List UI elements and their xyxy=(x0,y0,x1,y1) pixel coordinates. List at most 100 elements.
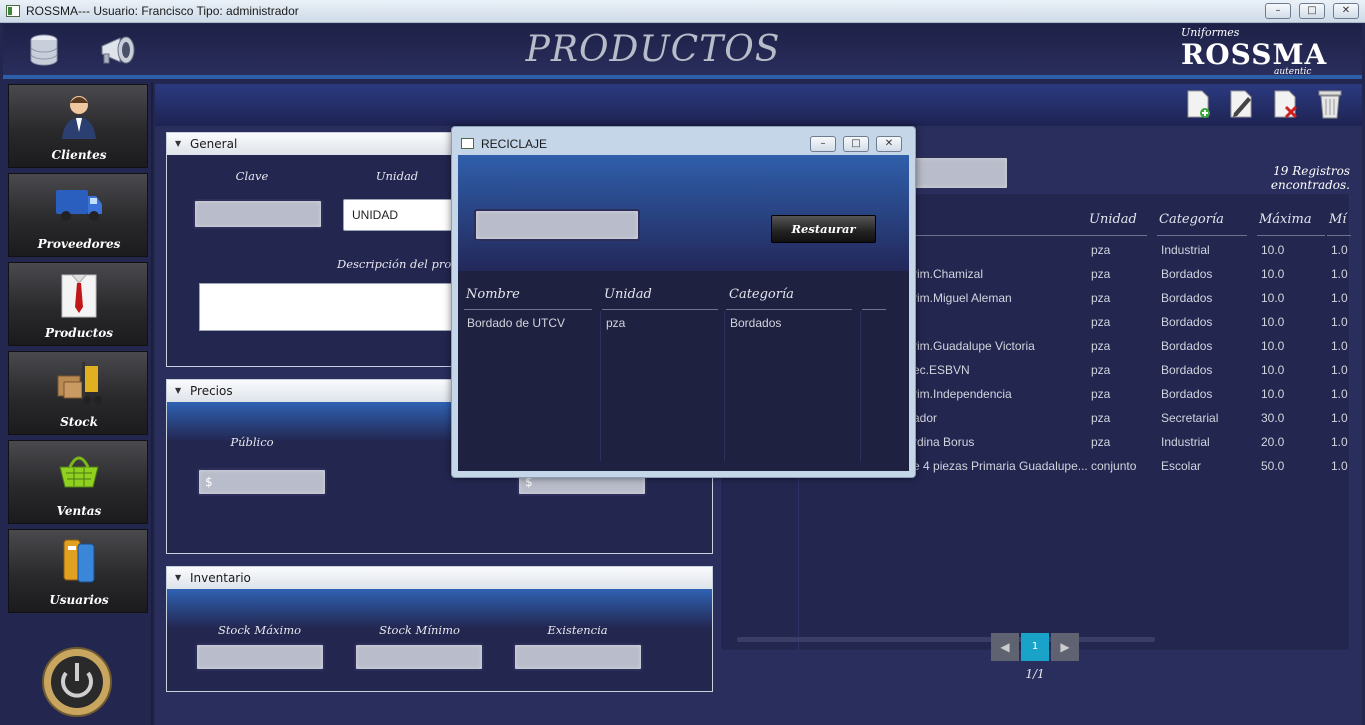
column-header-categoria[interactable]: Categoría xyxy=(1159,212,1224,227)
table-cell: pza xyxy=(1091,267,1111,281)
stock-max-input[interactable] xyxy=(195,643,325,671)
sidebar-item-ventas[interactable]: Ventas xyxy=(8,440,148,524)
window-title: ROSSMA--- Usuario: Francisco Tipo: admin… xyxy=(26,4,299,18)
table-cell: rim.Guadalupe Victoria xyxy=(913,339,1035,353)
dialog-body: Restaurar Nombre Unidad Categoría Bordad… xyxy=(458,155,909,471)
table-cell: ec.ESBVN xyxy=(913,363,970,377)
descripcion-label: Descripción del prod xyxy=(337,257,459,271)
table-cell: pza xyxy=(1091,435,1111,449)
clave-label: Clave xyxy=(235,169,269,183)
table-cell: Bordados xyxy=(1161,267,1213,281)
table-cell: conjunto xyxy=(1091,459,1137,473)
stock-min-label: Stock Mínimo xyxy=(379,623,460,637)
publico-label: Público xyxy=(230,435,274,449)
table-cell: 50.0 xyxy=(1261,459,1285,473)
existencia-label: Existencia xyxy=(547,623,608,637)
sidebar-item-stock[interactable]: Stock xyxy=(8,351,148,435)
table-cell: pza xyxy=(1091,411,1111,425)
table-cell: Bordados xyxy=(1161,387,1213,401)
table-cell: pza xyxy=(606,316,626,330)
search-input[interactable] xyxy=(905,156,1009,190)
dialog-column-nombre[interactable]: Nombre xyxy=(466,287,520,302)
table-cell: 1.0 xyxy=(1331,267,1348,281)
trash-icon[interactable] xyxy=(1317,88,1343,120)
table-cell: 1.0 xyxy=(1331,315,1348,329)
table-cell: e 4 piezas Primaria Guadalupe... xyxy=(913,459,1088,473)
dialog-maximize-button[interactable]: □ xyxy=(843,136,869,152)
forklift-boxes-icon xyxy=(54,358,104,408)
column-header-unidad[interactable]: Unidad xyxy=(1089,212,1137,227)
table-cell: pza xyxy=(1091,339,1111,353)
column-header-maxima[interactable]: Máxima xyxy=(1259,212,1312,227)
table-cell: Bordados xyxy=(1161,339,1213,353)
power-icon[interactable] xyxy=(40,645,114,719)
descripcion-input[interactable] xyxy=(199,283,459,331)
close-button[interactable]: ✕ xyxy=(1333,3,1359,19)
inventario-panel: Inventario Stock Máximo Stock Mínimo Exi… xyxy=(166,566,713,692)
person-icon xyxy=(54,91,104,141)
delete-document-icon[interactable] xyxy=(1272,89,1300,119)
table-cell: Industrial xyxy=(1161,243,1210,257)
table-row[interactable]: Bordado de UTCV pza Bordados xyxy=(458,311,909,335)
dialog-column-unidad[interactable]: Unidad xyxy=(604,287,652,302)
reciclaje-dialog: RECICLAJE – □ ✕ Restaurar Nombre Unidad … xyxy=(451,126,916,478)
horizontal-scrollbar[interactable] xyxy=(737,637,1155,642)
table-cell: 10.0 xyxy=(1261,387,1285,401)
records-count: 19 Registros encontrados. xyxy=(1270,164,1350,192)
publico-price-input[interactable]: $ xyxy=(197,468,327,496)
app-frame: PRODUCTOS Uniformes ROSSMA autentic Clie… xyxy=(0,23,1365,725)
table-cell: ador xyxy=(913,411,938,425)
stock-max-label: Stock Máximo xyxy=(217,623,302,637)
table-cell: Industrial xyxy=(1161,435,1210,449)
clave-input[interactable] xyxy=(193,199,323,229)
stock-min-input[interactable] xyxy=(354,643,484,671)
table-cell: rim.Miguel Aleman xyxy=(913,291,1012,305)
table-cell: Bordados xyxy=(730,316,782,330)
table-cell: Bordados xyxy=(1161,363,1213,377)
unidad-select[interactable]: UNIDAD xyxy=(343,199,463,231)
table-cell: rim.Independencia xyxy=(913,387,1012,401)
toolbar xyxy=(155,84,1362,126)
table-cell: pza xyxy=(1091,243,1111,257)
sidebar-item-proveedores[interactable]: Proveedores xyxy=(8,173,148,257)
table-cell: 10.0 xyxy=(1261,363,1285,377)
reciclaje-search-input[interactable] xyxy=(474,209,640,241)
shirt-tie-icon xyxy=(54,269,104,319)
sidebar-item-productos[interactable]: Productos xyxy=(8,262,148,346)
pager-page-1[interactable]: 1 xyxy=(1021,633,1049,661)
sidebar-item-usuarios[interactable]: Usuarios xyxy=(8,529,148,613)
table-cell: Bordados xyxy=(1161,291,1213,305)
window-title-bar: ROSSMA--- Usuario: Francisco Tipo: admin… xyxy=(0,0,1365,23)
restaurar-button[interactable]: Restaurar xyxy=(771,215,876,243)
table-cell: rim.Chamizal xyxy=(913,267,984,281)
unidad-label: Unidad xyxy=(375,169,419,183)
column-header-minima[interactable]: Mí xyxy=(1329,212,1346,227)
table-cell: 10.0 xyxy=(1261,243,1285,257)
table-cell: pza xyxy=(1091,387,1111,401)
table-cell: Escolar xyxy=(1161,459,1202,473)
edit-document-icon[interactable] xyxy=(1228,89,1256,119)
minimize-button[interactable]: – xyxy=(1265,3,1291,19)
pager-prev-button[interactable]: ◀ xyxy=(991,633,1019,661)
existencia-input[interactable] xyxy=(513,643,643,671)
table-cell: Bordado de UTCV xyxy=(467,316,566,330)
app-icon xyxy=(6,5,20,17)
table-cell: 10.0 xyxy=(1261,267,1285,281)
dialog-close-button[interactable]: ✕ xyxy=(876,136,902,152)
table-cell: Bordados xyxy=(1161,315,1213,329)
dialog-column-categoria[interactable]: Categoría xyxy=(729,287,794,302)
new-document-icon[interactable] xyxy=(1185,89,1211,119)
table-cell: 1.0 xyxy=(1331,411,1348,425)
dialog-minimize-button[interactable]: – xyxy=(810,136,836,152)
table-cell: 10.0 xyxy=(1261,291,1285,305)
pager-next-button[interactable]: ▶ xyxy=(1051,633,1079,661)
sidebar-item-clientes[interactable]: Clientes xyxy=(8,84,148,168)
table-cell: 1.0 xyxy=(1331,387,1348,401)
rossma-logo: Uniformes ROSSMA autentic xyxy=(1181,26,1328,77)
inventario-panel-header[interactable]: Inventario xyxy=(167,567,712,589)
sidebar: Clientes Proveedores Productos Stock Ven… xyxy=(3,82,153,725)
reciclaje-table: Nombre Unidad Categoría Bordado de UTCV … xyxy=(458,271,909,471)
table-cell: pza xyxy=(1091,315,1111,329)
maximize-button[interactable]: □ xyxy=(1299,3,1325,19)
table-cell: 1.0 xyxy=(1331,243,1348,257)
